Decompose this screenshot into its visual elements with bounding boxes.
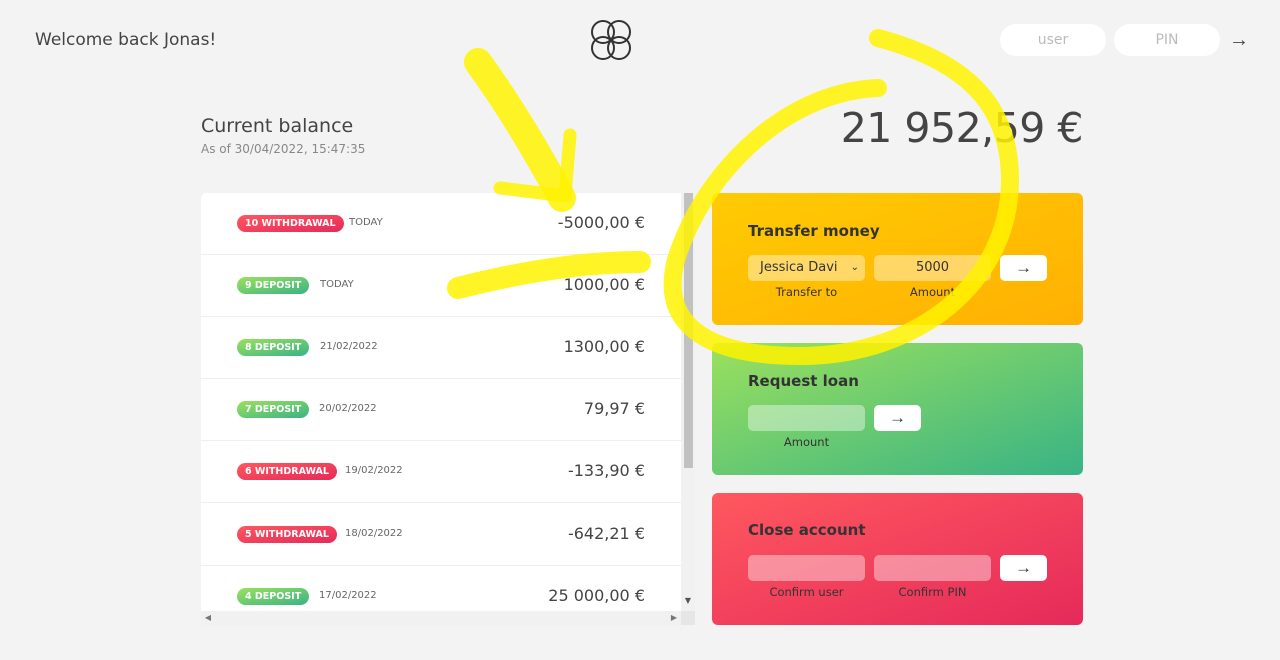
transfer-amount-input[interactable]: 5000 [874, 255, 991, 281]
movement-value: 1000,00 € [563, 275, 645, 294]
login-pin-input[interactable] [1114, 24, 1220, 56]
arrow-right-icon: → [1015, 258, 1032, 277]
balance-label: Current balance [201, 115, 354, 137]
movement-value: -133,90 € [567, 461, 645, 480]
movement-value: 25 000,00 € [548, 586, 645, 605]
arrow-right-icon: → [1229, 29, 1249, 51]
movement-date: 19/02/2022 [345, 465, 403, 476]
movement-value: -642,21 € [567, 524, 645, 543]
login-button[interactable]: → [1226, 26, 1252, 54]
loan-amount-input[interactable] [748, 405, 865, 431]
movement-type-badge: 7 DEPOSIT [237, 401, 310, 418]
transfer-submit-button[interactable]: → [1000, 255, 1047, 281]
movement-row: 6 WITHDRAWAL 19/02/2022 -133,90 € [201, 441, 681, 503]
movement-row: 9 DEPOSIT TODAY 1000,00 € [201, 255, 681, 317]
scrollbar-thumb[interactable] [684, 193, 693, 468]
movement-date: 17/02/2022 [319, 590, 377, 601]
arrow-stroke [464, 48, 576, 212]
transfer-to-select[interactable]: Jessica Davi ⌄ [748, 255, 865, 281]
arrowhead-stroke [493, 128, 577, 203]
movement-date: 20/02/2022 [319, 403, 377, 414]
arrow-right-icon: → [1015, 558, 1032, 577]
movement-date: TODAY [349, 217, 383, 228]
transfer-panel: Transfer money Jessica Davi ⌄ 5000 → Tra… [712, 193, 1083, 325]
transfer-amount-label: Amount [909, 285, 956, 299]
movement-date: 18/02/2022 [345, 528, 403, 539]
close-pin-input[interactable] [874, 555, 991, 581]
close-pin-label: Confirm PIN [898, 585, 967, 599]
movement-row: 8 DEPOSIT 21/02/2022 1300,00 € [201, 317, 681, 379]
movement-type-badge: 9 DEPOSIT [237, 277, 310, 294]
loan-submit-button[interactable]: → [874, 405, 921, 431]
movement-type-badge: 10 WITHDRAWAL [237, 215, 344, 232]
movements-scrollbar-horizontal[interactable]: ◀ ▶ [201, 611, 681, 625]
triangle-right-icon[interactable]: ▶ [667, 611, 681, 625]
movement-row: 5 WITHDRAWAL 18/02/2022 -642,21 € [201, 504, 681, 566]
movement-type-badge: 6 WITHDRAWAL [237, 463, 337, 480]
transfer-title: Transfer money [748, 222, 880, 240]
movements-scrollbar-vertical[interactable] [681, 193, 695, 611]
chevron-down-icon: ⌄ [850, 262, 859, 273]
transfer-to-label: Transfer to [775, 285, 838, 299]
triangle-down-icon[interactable]: ▼ [681, 593, 695, 609]
balance-date: As of 30/04/2022, 15:47:35 [201, 142, 366, 156]
login-user-input[interactable] [1000, 24, 1106, 56]
movement-row: 10 WITHDRAWAL TODAY -5000,00 € [201, 193, 681, 255]
close-submit-button[interactable]: → [1000, 555, 1047, 581]
logo-icon [591, 20, 631, 60]
balance-value: 21 952,59 € [840, 104, 1084, 152]
movements-list[interactable]: 10 WITHDRAWAL TODAY -5000,00 € 9 DEPOSIT… [201, 193, 695, 625]
close-title: Close account [748, 521, 866, 539]
movement-value: 1300,00 € [563, 337, 645, 356]
close-user-label: Confirm user [769, 585, 844, 599]
movement-value: -5000,00 € [557, 213, 645, 232]
close-panel: Close account → Confirm user Confirm PIN [712, 493, 1083, 625]
loan-title: Request loan [748, 372, 859, 390]
transfer-to-value: Jessica Davi [760, 260, 838, 275]
movement-row: 7 DEPOSIT 20/02/2022 79,97 € [201, 379, 681, 441]
triangle-left-icon[interactable]: ◀ [201, 611, 215, 625]
arrow-right-icon: → [889, 408, 906, 427]
close-user-input[interactable] [748, 555, 865, 581]
movement-value: 79,97 € [583, 399, 645, 418]
scrollbar-corner [681, 611, 695, 625]
movement-type-badge: 8 DEPOSIT [237, 339, 310, 356]
movement-type-badge: 4 DEPOSIT [237, 588, 310, 605]
welcome-message: Welcome back Jonas! [35, 30, 217, 50]
loan-panel: Request loan → Amount [712, 343, 1083, 475]
movement-date: TODAY [320, 279, 354, 290]
movement-type-badge: 5 WITHDRAWAL [237, 526, 337, 543]
loan-amount-label: Amount [783, 435, 830, 449]
movement-date: 21/02/2022 [320, 341, 378, 352]
